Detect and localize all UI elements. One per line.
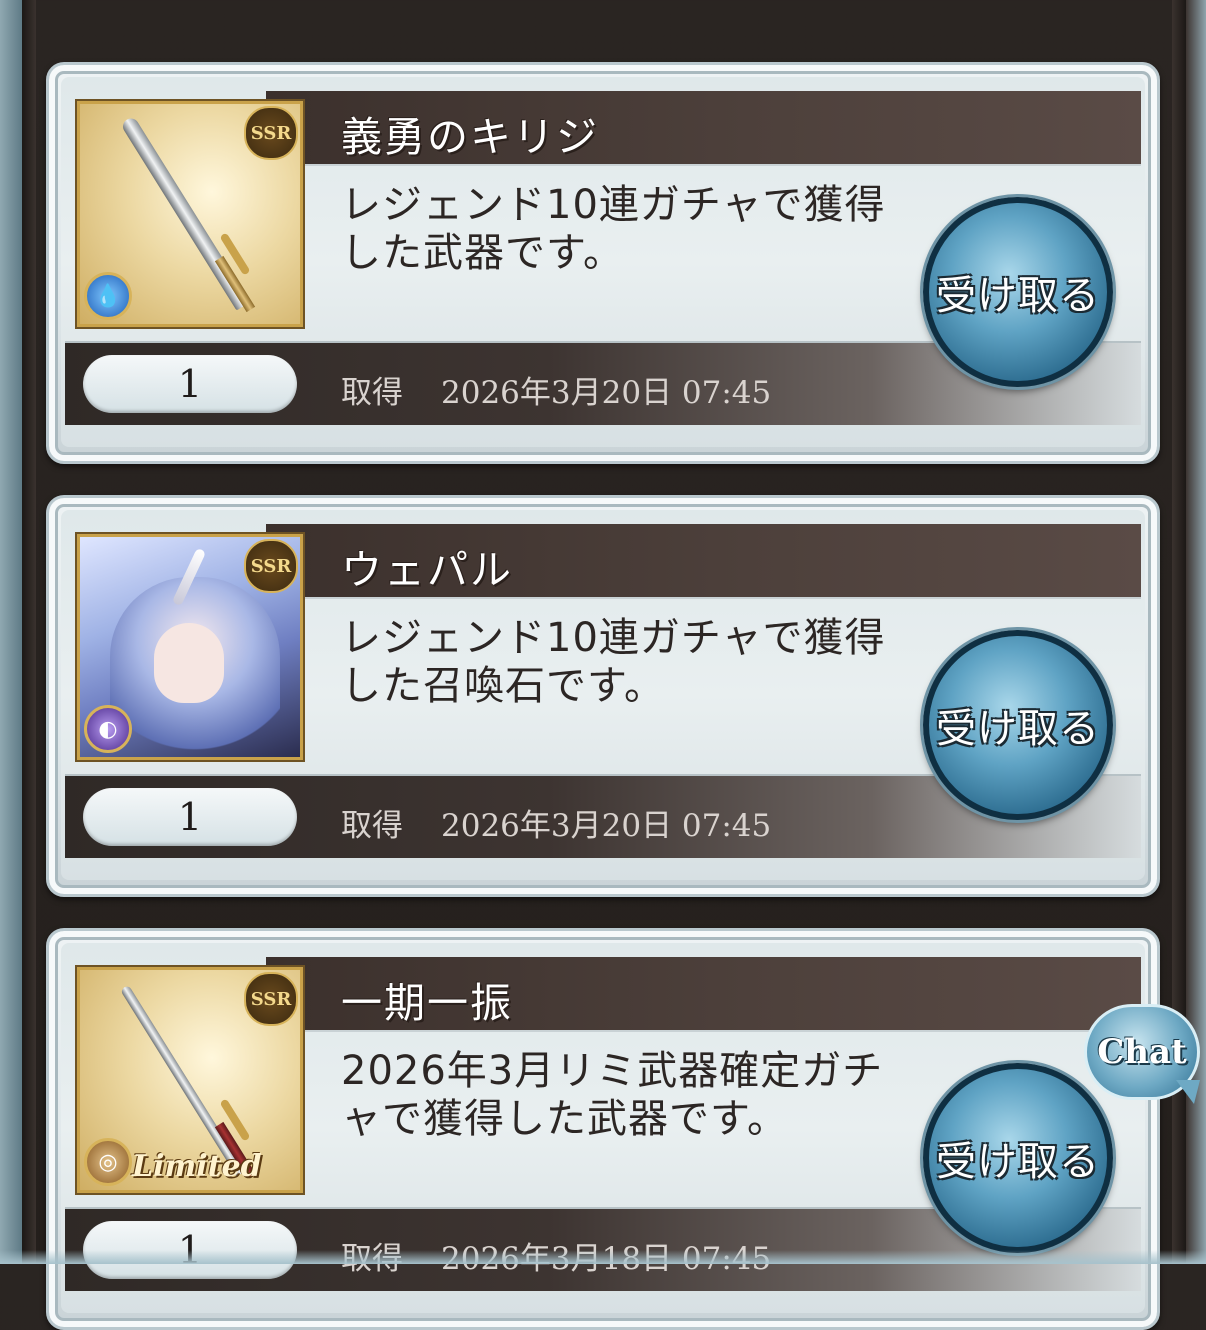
item-description: 2026年3月リミ武器確定ガチャで獲得した武器です。 [341, 1048, 884, 1142]
rarity-badge: SSR [244, 972, 298, 1026]
acquired-label: 取得 [341, 375, 403, 411]
item-thumbnail[interactable]: SSR 💧 [77, 101, 303, 327]
left-frame [22, 0, 36, 1264]
rarity-badge: SSR [244, 539, 298, 593]
acquired-date: 2026年3月20日 07:45 [441, 375, 772, 411]
present-card: SSR ◎ Limited 一期一振 2026年3月リミ武器確定ガチャで獲得した… [46, 928, 1160, 1330]
receive-button-label: 受け取る [936, 706, 1100, 752]
bottom-edge [0, 1250, 1206, 1264]
present-card: SSR 💧 義勇のキリジ レジェンド10連ガチャで獲得した武器です。 1 取得 … [46, 62, 1160, 464]
katana-icon [120, 984, 246, 1177]
limited-badge: Limited [132, 1149, 262, 1184]
receive-button[interactable]: 受け取る [923, 1063, 1113, 1253]
item-name: 義勇のキリジ [341, 113, 599, 161]
chat-label: Chat [1097, 1032, 1187, 1072]
receive-button[interactable]: 受け取る [923, 197, 1113, 387]
receive-button-label: 受け取る [936, 1139, 1100, 1185]
quantity-pill: 1 [83, 355, 297, 413]
acquired-date: 2026年3月20日 07:45 [441, 808, 772, 844]
acquired-label: 取得 [341, 808, 403, 844]
water-element-icon: 💧 [84, 272, 132, 320]
item-thumbnail[interactable]: SSR ◐ [77, 534, 303, 760]
earth-element-icon: ◎ [84, 1138, 132, 1186]
dark-element-icon: ◐ [84, 705, 132, 753]
portrait-face [154, 623, 224, 703]
present-card: SSR ◐ ウェパル レジェンド10連ガチャで獲得した召喚石です。 1 取得 2… [46, 495, 1160, 897]
item-description: レジェンド10連ガチャで獲得した武器です。 [341, 182, 886, 276]
receive-button-label: 受け取る [936, 273, 1100, 319]
quantity-pill: 1 [83, 788, 297, 846]
item-name: 一期一振 [341, 979, 513, 1027]
item-description: レジェンド10連ガチャで獲得した召喚石です。 [341, 615, 886, 709]
receive-button[interactable]: 受け取る [923, 630, 1113, 820]
rarity-badge: SSR [244, 106, 298, 160]
item-thumbnail[interactable]: SSR ◎ Limited [77, 967, 303, 1193]
left-side-border [0, 0, 22, 1264]
chat-bubble-tail [1176, 1080, 1200, 1104]
item-name: ウェパル [341, 546, 513, 594]
